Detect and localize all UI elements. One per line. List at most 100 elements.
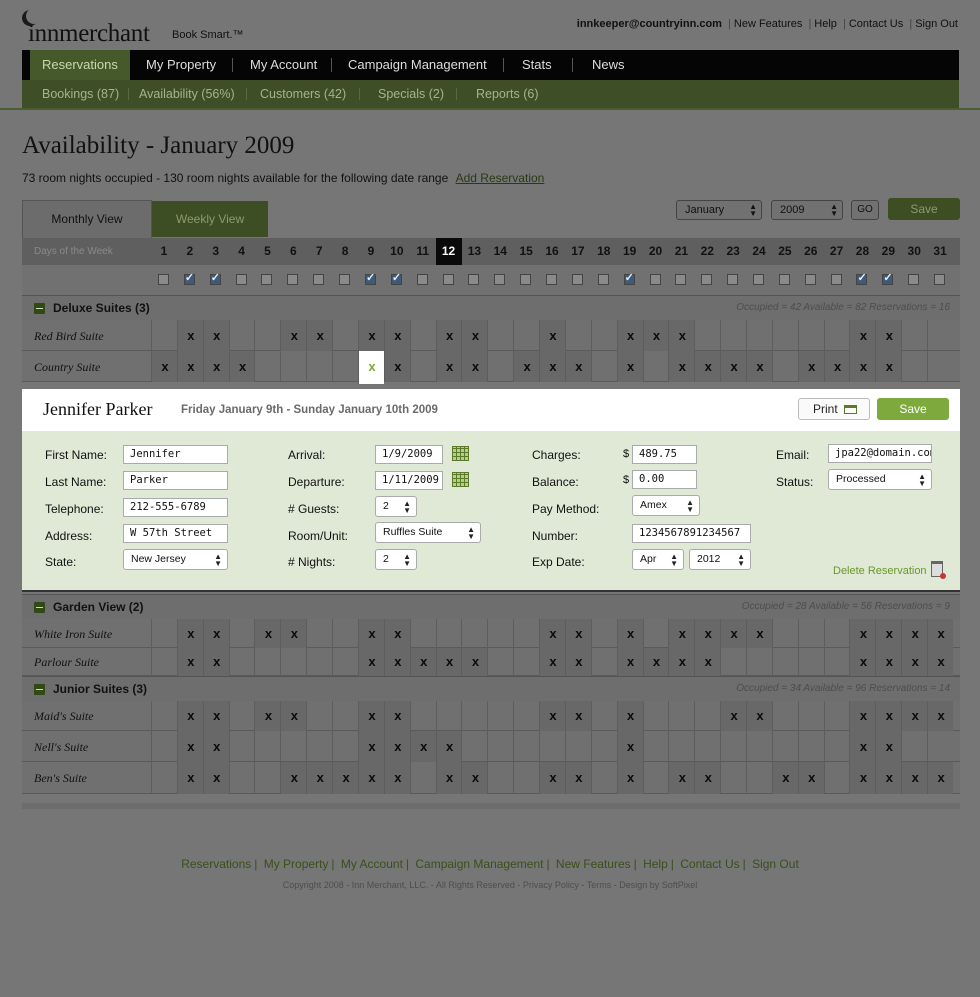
day-number[interactable]: 8 [332,238,358,265]
day-cell[interactable] [823,619,850,648]
day-cell[interactable] [332,619,358,648]
day-cell[interactable] [280,351,306,382]
day-checkbox[interactable] [158,274,169,285]
nav-my-property[interactable]: My Property [146,50,216,80]
day-cell[interactable] [771,731,798,762]
day-cell[interactable]: x [176,762,203,794]
room-group-header[interactable]: Junior Suites (3) Occupied = 34 Available… [22,676,960,701]
day-cell[interactable]: x [409,731,436,762]
day-cell[interactable] [694,320,720,351]
day-cell[interactable] [409,701,436,731]
day-cell[interactable]: x [901,648,928,676]
day-cell[interactable] [254,351,280,382]
day-cell[interactable]: x [927,648,954,676]
day-cell[interactable]: x [797,351,824,382]
day-cell[interactable] [771,701,798,731]
day-checkbox[interactable] [908,274,920,285]
day-number[interactable]: 29 [875,238,901,265]
day-cell[interactable] [151,320,177,351]
day-cell[interactable] [306,351,332,382]
telephone-field[interactable]: 212-555-6789 [123,498,228,517]
day-checkbox[interactable]: ✓ [209,272,221,285]
day-checkbox[interactable] [830,274,842,285]
day-cell[interactable] [435,619,462,648]
address-field[interactable]: W 57th Street [123,524,228,543]
delete-reservation-link[interactable]: Delete Reservation [833,565,927,577]
day-number[interactable]: 17 [565,238,591,265]
day-cell[interactable] [590,701,617,731]
day-cell[interactable]: x [332,762,359,794]
day-cell[interactable] [539,731,565,762]
day-checkbox[interactable] [804,274,816,285]
nav-my-account[interactable]: My Account [250,50,317,80]
subnav-bookings[interactable]: Bookings (87) [42,80,119,108]
day-number[interactable]: 3 [203,238,229,265]
day-cell[interactable] [461,701,487,731]
footer-link-new-features[interactable]: New Features [556,857,631,871]
link-contact-us[interactable]: Contact Us [849,18,903,30]
day-cell[interactable] [409,619,436,648]
day-cell[interactable]: x [849,701,876,731]
day-cell[interactable]: x [875,701,902,731]
day-cell[interactable]: x [616,762,643,794]
day-checkbox[interactable]: ✓ [856,272,868,285]
day-cell[interactable] [461,619,487,648]
day-cell[interactable] [746,762,772,794]
reservation-save-button[interactable]: Save [877,398,949,420]
link-sign-out[interactable]: Sign Out [915,18,958,30]
day-cell[interactable] [823,762,850,794]
day-cell[interactable]: x [435,320,462,351]
save-button[interactable]: Save [888,198,960,220]
day-cell[interactable] [797,619,824,648]
day-number[interactable]: 23 [720,238,746,265]
day-number[interactable]: 2 [177,238,203,265]
day-cell[interactable] [746,731,772,762]
day-cell[interactable]: x [616,351,643,382]
day-number[interactable]: 16 [539,238,565,265]
day-number[interactable]: 12 [435,238,462,265]
day-cell[interactable]: x [202,762,229,794]
day-cell[interactable]: x [901,762,928,794]
day-cell[interactable] [771,351,798,382]
day-cell[interactable] [332,701,358,731]
day-cell[interactable] [590,351,617,382]
day-cell[interactable] [668,731,694,762]
room-group-header[interactable]: Deluxe Suites (3) Occupied = 42 Available… [22,295,960,320]
day-cell[interactable]: x [539,701,566,731]
day-checkbox[interactable] [571,274,583,285]
room-name[interactable]: Red Bird Suite [34,329,104,344]
day-cell[interactable]: x [176,701,203,731]
day-number[interactable]: 6 [280,238,306,265]
subnav-reports[interactable]: Reports (6) [476,80,539,108]
day-number[interactable]: 18 [591,238,617,265]
day-cell[interactable]: x [901,619,928,648]
collapse-icon[interactable] [34,602,45,613]
day-cell[interactable] [590,320,617,351]
day-number[interactable]: 26 [798,238,824,265]
day-checkbox[interactable] [701,274,713,285]
day-cell[interactable] [642,762,669,794]
state-select[interactable]: New Jersey ▲ ▼ [123,549,228,570]
day-number[interactable]: 24 [746,238,772,265]
card-number-field[interactable]: 1234567891234567 [632,524,751,543]
day-cell[interactable]: x [357,731,384,762]
day-cell[interactable]: x [564,351,591,382]
nav-news[interactable]: News [592,50,625,80]
room-name[interactable]: Maid's Suite [34,709,94,724]
year-select[interactable]: 2009 ▲ ▼ [771,200,843,220]
day-cell[interactable] [771,648,798,676]
day-cell[interactable]: x [642,320,669,351]
day-cell[interactable]: x [202,351,229,382]
day-cell[interactable] [694,701,720,731]
day-cell[interactable] [720,762,746,794]
day-cell[interactable] [823,701,850,731]
day-checkbox[interactable] [675,274,687,285]
collapse-icon[interactable] [34,684,45,695]
balance-field[interactable]: 0.00 [632,470,697,489]
tab-monthly-view[interactable]: Monthly View [22,200,152,238]
day-cell[interactable] [409,320,436,351]
day-cell[interactable] [151,648,177,676]
day-cell[interactable] [771,320,798,351]
day-cell[interactable]: x [616,619,643,648]
day-cell[interactable]: x [668,762,695,794]
